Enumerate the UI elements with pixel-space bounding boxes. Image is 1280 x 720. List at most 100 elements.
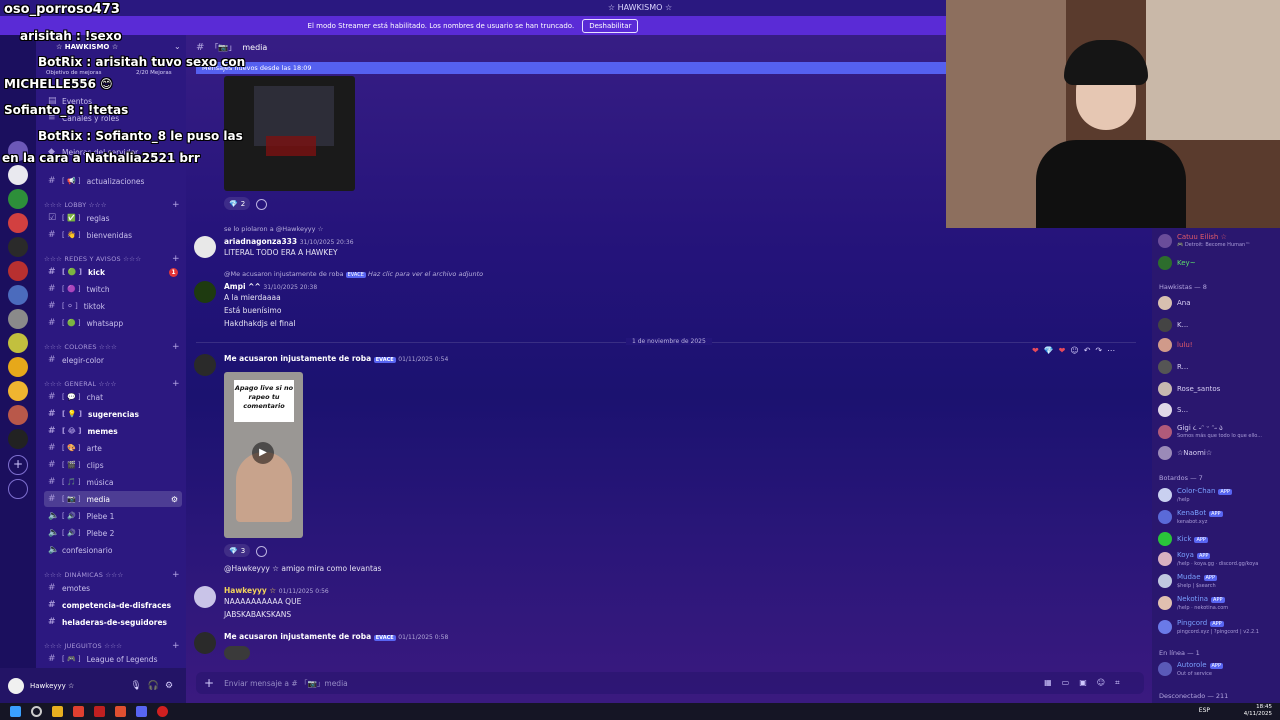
channel-competencia[interactable]: # competencia-de-disfraces [44,597,182,613]
gear-icon[interactable]: ⚙ [165,681,173,691]
server-icon[interactable] [8,285,28,305]
plus-icon[interactable]: + [172,200,180,210]
channel-bienvenidas[interactable]: #[ 👋 ] bienvenidas [44,227,182,243]
reply-reference[interactable]: se lo piolaron a @Hawkeyyy ☆ [224,225,323,233]
reply-icon[interactable]: ↶ [1084,346,1091,355]
avatar[interactable] [8,677,24,694]
app-icon[interactable] [94,706,105,717]
member-item[interactable]: Color-Chan APP/help [1158,486,1278,504]
server-icon[interactable] [8,309,28,329]
forward-icon[interactable]: ↷ [1095,346,1102,355]
microphone-icon[interactable]: 🎙 [130,681,141,691]
language-indicator[interactable]: ESP [1199,707,1210,714]
member-item[interactable]: ☆Naomi☆ [1158,444,1278,462]
settings-icon[interactable]: ⚙ [171,495,178,504]
start-icon[interactable] [10,706,21,717]
avatar[interactable] [194,236,216,258]
heart-icon[interactable]: ❤ [1059,346,1066,355]
gift-icon[interactable]: ▦ [1044,678,1052,688]
message-author[interactable]: Ampi ^^ 31/10/2025 20:38 [224,282,317,291]
member-item[interactable]: Catuu Eilish ☆ 🎮 Detroit: Become Human™ [1158,232,1278,250]
channel-tiktok[interactable]: #[ ⚪ ] tiktok [44,298,182,314]
chrome-icon[interactable] [115,706,126,717]
message-author[interactable]: Me acusaron injustamente de roba EVACE 0… [224,354,448,363]
plus-icon[interactable]: + [172,570,180,580]
voice-plebe-2[interactable]: 🔈[ 🔊 ] Plebe 2 [44,525,182,541]
voice-confesionario[interactable]: 🔈 confesionario [44,542,182,558]
obs-icon[interactable] [157,706,168,717]
sticker-icon[interactable]: ▣ [1079,678,1087,688]
avatar[interactable] [194,632,216,654]
category-general[interactable]: ☆☆☆ GENERAL ☆☆☆ + [44,379,180,389]
channel-chat[interactable]: #[ 💬 ] chat [44,389,182,405]
avatar[interactable] [194,281,216,303]
channel-memes[interactable]: #[ 😂 ] memes [44,423,182,439]
server-icon[interactable] [8,261,28,281]
heart-icon[interactable]: ❤ [1032,346,1039,355]
add-server-icon[interactable]: + [8,455,28,475]
discord-icon[interactable] [136,706,147,717]
plus-icon[interactable]: + [172,342,180,352]
channel-media[interactable]: #[ 📷 ] media ⚙ [44,491,182,507]
channel-reglas[interactable]: ☑[ ✅ ] reglas [44,210,182,226]
category-dinamicas[interactable]: ☆☆☆ DINÁMICAS ☆☆☆ + [44,570,180,580]
clock[interactable]: 18:45 4/11/2025 [1244,704,1272,718]
channel-twitch[interactable]: #[ 🟣 ] twitch [44,281,182,297]
member-item[interactable]: Kick APP [1158,530,1278,548]
message-input[interactable] [224,678,825,688]
message-author[interactable]: ariadnagonza333 31/10/2025 20:36 [224,237,354,246]
channel-elegir-color[interactable]: # elegir-color [44,352,182,368]
channel-emotes[interactable]: # emotes [44,580,182,596]
more-icon[interactable]: ⋯ [1107,346,1115,355]
server-icon[interactable] [8,405,28,425]
member-item[interactable]: lulu! [1158,336,1278,354]
disable-streamer-button[interactable]: Deshabilitar [582,18,639,33]
server-icon[interactable] [8,357,28,377]
member-item[interactable]: Ana [1158,294,1278,312]
channel-sugerencias[interactable]: #[ 💡 ] sugerencias [44,406,182,422]
plus-icon[interactable]: + [172,641,180,651]
folder-icon[interactable] [52,706,63,717]
search-icon[interactable] [31,706,42,717]
message-author[interactable]: Me acusaron injustamente de roba EVACE 0… [224,632,448,641]
video-attachment[interactable]: Apago live si no rapeo tu comentario ▶ [224,372,303,538]
member-item[interactable]: Autorole APP Out of service [1158,660,1278,678]
discover-icon[interactable] [8,479,28,499]
member-item[interactable]: Gigi ૮ ˶ᵔ ᵕ ᵔ˶ ა Somos más que todo lo qu… [1158,423,1278,441]
member-item[interactable]: Nekotina APP/help · nekotina.com [1158,594,1278,612]
member-item[interactable]: Key~ [1158,254,1278,272]
server-icon[interactable] [8,237,28,257]
reaction[interactable]: 💎 2 [224,197,251,210]
category-colores[interactable]: ☆☆☆ COLORES ☆☆☆ + [44,342,180,352]
server-icon[interactable] [8,381,28,401]
diamond-icon[interactable]: 💎 [1044,346,1054,355]
member-item[interactable]: Rose_santos [1158,380,1278,398]
brave-icon[interactable] [73,706,84,717]
category-lobby[interactable]: ☆☆☆ LOBBY ☆☆☆ + [44,200,180,210]
avatar[interactable] [194,586,216,608]
channel-clips[interactable]: #[ 🎬 ] clips [44,457,182,473]
reaction[interactable]: 💎 3 [224,544,251,557]
member-item[interactable]: K... [1158,316,1278,334]
plus-icon[interactable]: + [204,676,214,690]
plus-icon[interactable]: + [172,254,180,264]
category-juegos[interactable]: ☆☆☆ JUEGUITOS ☆☆☆ + [44,641,180,651]
member-item[interactable]: KenaBot APP kenabot.xyz [1158,508,1278,526]
channel-whatsapp[interactable]: #[ 🟢 ] whatsapp [44,315,182,331]
emoji-icon[interactable]: ☺ [1097,678,1105,688]
channel-lol[interactable]: #[ 🎮 ] League of Legends [44,651,182,667]
avatar[interactable] [194,354,216,376]
add-reaction-icon[interactable] [256,546,267,557]
channel-actualizaciones[interactable]: #[ 📢 ] actualizaciones [44,173,182,189]
member-item[interactable]: Pingcord APP pingcord.xyz | ?pingcord | v2… [1158,618,1278,636]
server-icon[interactable] [8,213,28,233]
server-icon[interactable] [8,189,28,209]
add-reaction-icon[interactable] [256,199,267,210]
headphones-icon[interactable]: 🎧 [148,681,159,691]
channel-musica[interactable]: #[ 🎵 ] música [44,474,182,490]
member-item[interactable]: Mudae APP $help | $search [1158,572,1278,590]
member-item[interactable]: R... [1158,358,1278,376]
member-item[interactable]: Koya APP/help · koya.gg · discord.gg/koya [1158,550,1278,568]
attachment-link[interactable]: Haz clic para ver el archivo adjunto [368,270,483,278]
channel-heladeras[interactable]: # heladeras-de-seguidores [44,614,182,630]
